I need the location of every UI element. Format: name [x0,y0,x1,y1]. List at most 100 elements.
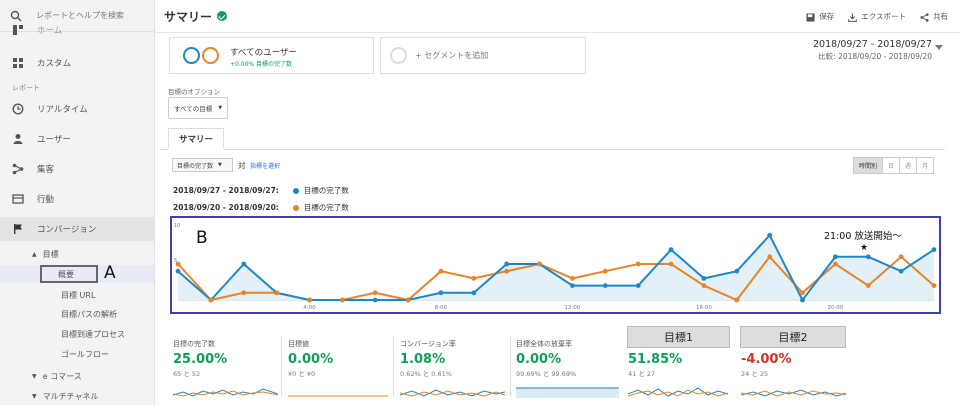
add-segment-button[interactable]: + セグメントを追加 [380,37,586,74]
share-button[interactable]: 共有 [920,11,948,22]
scorecard-title: 目標値 [288,340,309,348]
date-range-current: 2018/09/27 - 2018/09/27 [813,39,932,50]
sidebar: レポートとヘルプを検索 ホーム カスタム レポート リアルタイム ユーザー 集客… [0,0,155,405]
data-point [865,254,871,260]
tab-summary[interactable]: サマリー [168,128,225,150]
vs-label: 対 [238,161,246,170]
sidebar-item-realtime[interactable]: リアルタイム [0,98,154,120]
scorecard-goal-completions[interactable]: 目標の完了数 25.00% 65 と 52 [173,328,278,405]
data-point [372,297,378,303]
empty-segment-ring-icon [390,47,407,64]
data-point [767,232,773,238]
sidebar-item-label: カスタム [37,59,72,69]
sparkline [628,387,728,397]
sidebar-item-behavior[interactable]: 行動 [0,188,154,210]
sidebar-search-placeholder: レポートとヘルプを検索 [36,11,124,20]
reports-section-label: レポート [12,84,40,92]
data-point [767,254,773,260]
scorecard-goal1[interactable]: 51.85% 41 と 27 [628,328,728,405]
dashboard-icon [13,25,23,35]
annotation-box-a [40,265,98,283]
page-title: サマリー [164,9,213,24]
data-point [504,261,510,267]
choose-metric-link[interactable]: 指標を選択 [250,161,280,170]
legend-range: 2018/09/20 - 2018/09/20: [173,203,279,212]
segment-subtext: +0.00% 目標の完了数 [230,61,292,68]
sidebar-item-label: 目標 URL [61,290,96,300]
date-range-dropdown-icon[interactable] [935,45,943,50]
granularity-month-button[interactable]: 月 [917,158,934,173]
sidebar-item-conversions[interactable]: コンバージョン [0,217,154,241]
sidebar-item-acquisition[interactable]: 集客 [0,158,154,180]
scorecard-divider [393,336,394,396]
data-point [208,297,214,303]
analytics-app: レポートとヘルプを検索 ホーム カスタム レポート リアルタイム ユーザー 集客… [0,0,960,405]
legend-dot-orange-icon [292,204,299,211]
metric-select[interactable]: 目標の完了数 ▼ [172,158,233,172]
sidebar-item-goal-flow[interactable]: ゴールフロー [0,345,154,363]
granularity-week-button[interactable]: 週 [900,158,918,173]
sparkline [741,389,846,397]
sidebar-item-custom[interactable]: カスタム [0,52,154,74]
sidebar-item-goals[interactable]: ▲ 目標 [0,245,154,263]
data-point [668,261,674,267]
sparkline [400,389,505,397]
legend-row-current: 2018/09/27 - 2018/09/27: 目標の完了数 [173,185,349,196]
data-point [734,268,740,274]
data-point [471,276,477,281]
scorecard-sub: 65 と 52 [173,370,201,378]
granularity-hourly-button[interactable]: 時間別 [854,158,884,173]
tab-bar: サマリー [160,128,945,150]
sidebar-item-home[interactable]: ホーム [0,22,154,38]
scorecard-value: 1.08% [400,352,446,367]
data-point [241,261,247,267]
acquisition-icon [12,163,24,175]
scorecard-title: 目標全体の放棄率 [516,340,572,348]
sparkline [173,388,278,397]
date-range-compare: 比較: 2018/09/20 - 2018/09/20 [818,52,932,61]
data-point [602,268,608,274]
scorecard-conversion-rate[interactable]: コンバージョン率 1.08% 0.62% と 0.61% [400,328,505,405]
add-segment-label: + セグメントを追加 [415,51,489,60]
person-icon [13,134,23,144]
save-button[interactable]: 保存 [806,11,834,22]
sidebar-item-ecommerce[interactable]: ▼ e コマース [0,367,154,385]
data-point [175,261,181,267]
data-point [175,268,181,274]
scorecard-abandonment-rate[interactable]: 目標全体の放棄率 0.00% 99.69% と 99.69% [516,328,619,405]
data-point [668,247,674,252]
sidebar-item-goal-path[interactable]: 目標パスの解析 [0,305,154,323]
x-tick-label: 12:00 [565,305,581,311]
sidebar-item-label: ユーザー [37,135,71,145]
data-point [372,290,378,296]
goal-option-select[interactable]: すべての目標 ▼ [168,97,228,119]
sidebar-item-goal-url[interactable]: 目標 URL [0,286,154,304]
data-point [537,261,542,267]
date-range-picker[interactable]: 2018/09/27 - 2018/09/27 比較: 2018/09/20 -… [813,39,932,63]
chevron-down-icon: ▼ [218,162,222,168]
sidebar-item-label: マルチチャネル [42,391,99,401]
grid-icon [13,58,23,68]
header-actions: 保存 エクスポート 共有 [806,11,948,22]
sidebar-item-multichannel[interactable]: ▼ マルチチャネル [0,387,154,405]
data-point [241,290,247,296]
data-point [570,283,575,288]
data-point [339,297,345,303]
search-icon [10,10,22,21]
export-button[interactable]: エクスポート [848,11,906,22]
behavior-icon [12,194,24,204]
granularity-day-button[interactable]: 日 [883,158,901,173]
sidebar-item-funnel[interactable]: 目標到達プロセス [0,325,154,343]
scorecard-goal-value[interactable]: 目標値 0.00% ¥0 と ¥0 [288,328,388,405]
sidebar-item-audience[interactable]: ユーザー [0,128,154,150]
data-point [832,261,838,267]
clock-icon [12,103,24,115]
scorecard-value: 51.85% [628,352,683,367]
save-icon [806,12,815,22]
data-point [635,283,641,288]
segment-all-users[interactable]: すべてのユーザー +0.00% 目標の完了数 [169,37,374,74]
scorecard-goal2[interactable]: -4.00% 24 と 25 [741,328,846,405]
x-tick-label: 20:00 [827,305,843,311]
x-tick-label: 4:00 [303,305,316,311]
share-icon [920,12,929,22]
